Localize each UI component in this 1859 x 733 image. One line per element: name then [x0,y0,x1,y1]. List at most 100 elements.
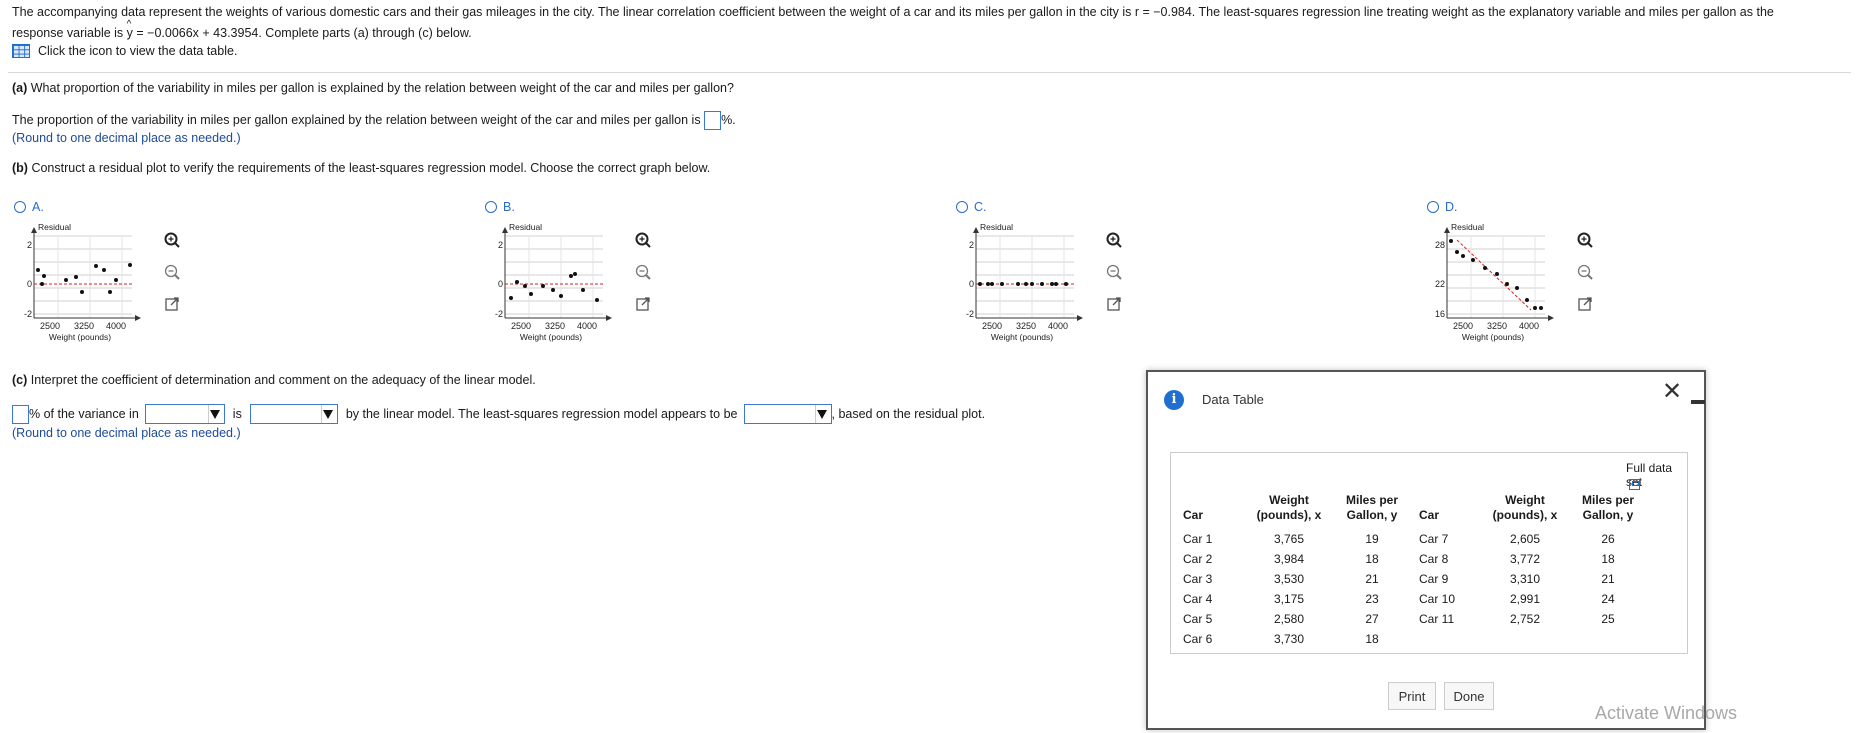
table-cell: 3,772 [1509,552,1541,566]
part-b-label: (b) [12,161,28,175]
zoom-in-icon-c[interactable] [1104,230,1124,250]
y-axis-label: Residual [1451,222,1484,232]
popout-icon-c[interactable] [1104,294,1124,314]
x-tick-label: 2500 [1453,321,1473,331]
x-axis-arrow [606,315,612,321]
zoom-in-icon-a[interactable] [162,230,182,250]
part-c-percent-input[interactable] [12,404,29,424]
part-c-question: (c) Interpret the coefficient of determi… [12,373,536,387]
table-row: Car 4 3,175 23 Car 10 2,991 24 [1177,589,1649,609]
option-d-label[interactable]: D. [1445,200,1458,214]
table-cell [1413,629,1483,649]
option-a[interactable]: A. [14,200,44,214]
residual-point [978,282,982,286]
table-cell: 26 [1601,532,1615,546]
residual-point [108,290,112,294]
data-table: Car Weight (pounds), x Miles per Gallon, y… [1177,493,1649,649]
x-tick-label: 3250 [545,321,565,331]
residual-point [1533,306,1537,310]
close-icon[interactable]: ✕ [1662,380,1682,404]
dropdown-arrow-icon [816,409,827,419]
table-cell: 2,605 [1509,532,1541,546]
part-c-text-1: % of the variance in [29,407,139,421]
save-icon[interactable] [1629,479,1640,490]
table-cell: 25 [1601,612,1615,626]
residual-point [569,274,573,278]
option-b-label[interactable]: B. [503,200,515,214]
residual-point [509,296,513,300]
table-cell: Car 11 [1419,612,1455,626]
data-table-link-text[interactable]: Click the icon to view the data table. [38,44,237,58]
table-cell: 18 [1365,552,1379,566]
residual-point [1030,282,1034,286]
residual-point [40,282,44,286]
x-axis-arrow [1548,315,1554,321]
popout-icon-a[interactable] [162,294,182,314]
zoom-out-icon-a[interactable] [162,262,182,282]
residual-point [36,268,40,272]
table-cell: Car 8 [1419,552,1449,566]
residual-point [581,288,585,292]
option-d[interactable]: D. [1427,200,1458,214]
col-mpg-line-1: Miles per [1345,493,1399,507]
info-icon: i [1164,390,1184,410]
residual-point [551,288,555,292]
part-a-answer-input[interactable] [704,111,722,130]
zoom-in-icon-d[interactable] [1575,230,1595,250]
zoom-in-icon-b[interactable] [633,230,653,250]
option-a-label[interactable]: A. [32,200,44,214]
option-d-radio[interactable] [1427,201,1439,213]
residual-point [1525,298,1529,302]
zoom-out-icon-c[interactable] [1104,262,1124,282]
variance-in-select[interactable] [144,404,225,424]
part-b-text: Construct a residual plot to verify the … [27,161,711,175]
x-axis-arrow [135,315,141,321]
x-axis-label: Weight (pounds) [49,332,111,342]
data-table-icon[interactable] [12,44,30,58]
table-row: Car 5 2,580 27 Car 11 2,752 25 [1177,609,1649,629]
option-c[interactable]: C. [956,200,987,214]
zoom-out-icon-b[interactable] [633,262,653,282]
done-button[interactable]: Done [1444,682,1494,710]
residual-point [1050,282,1054,286]
option-c-label[interactable]: C. [974,200,987,214]
y-axis-arrow [31,227,37,233]
y-tick-label: 0 [27,279,32,289]
data-table-link[interactable]: Click the icon to view the data table. [12,44,237,58]
col-mpg: Miles per Gallon, y [1331,493,1413,529]
popout-icon-b[interactable] [633,294,653,314]
y-axis-arrow [502,227,508,233]
col-mpg-2: Miles per Gallon, y [1567,493,1649,529]
intro-line-2-post: = −0.0066x + 43.3954. Complete parts (a)… [132,26,472,40]
y-tick-label: 22 [1435,279,1445,289]
part-b-question: (b) Construct a residual plot to verify … [12,161,710,175]
residual-point [64,278,68,282]
minimize-icon[interactable] [1691,400,1705,404]
print-button[interactable]: Print [1388,682,1436,710]
residual-point [42,274,46,278]
option-b-radio[interactable] [485,201,497,213]
option-c-radio[interactable] [956,201,968,213]
option-a-radio[interactable] [14,201,26,213]
residual-point [80,290,84,294]
option-b[interactable]: B. [485,200,515,214]
popout-icon-d[interactable] [1575,294,1595,314]
dropdown-arrow-icon [209,409,220,419]
residual-plot-d: Residual 28 22 16 2500 3250 4000Weight (pounds… [1435,222,1554,342]
table-cell: 3,730 [1273,632,1305,646]
col-weight-line-2: (pounds), x [1256,508,1322,522]
residual-point [114,278,118,282]
residual-point [1000,282,1004,286]
residual-point [523,284,527,288]
adequacy-select[interactable] [743,404,832,424]
intro-line-2: response variable is y = −0.0066x + 43.3… [12,14,1847,44]
explained-select[interactable] [249,404,338,424]
table-cell: Car 9 [1419,572,1449,586]
zoom-out-icon-d[interactable] [1575,262,1595,282]
table-cell: Car 7 [1419,532,1449,546]
table-cell: 18 [1601,552,1615,566]
residual-point [1024,282,1028,286]
dialog-title: Data Table [1202,392,1264,407]
part-c-text-3: by the linear model. The least-squares r… [345,407,738,421]
residual-point [1064,282,1068,286]
